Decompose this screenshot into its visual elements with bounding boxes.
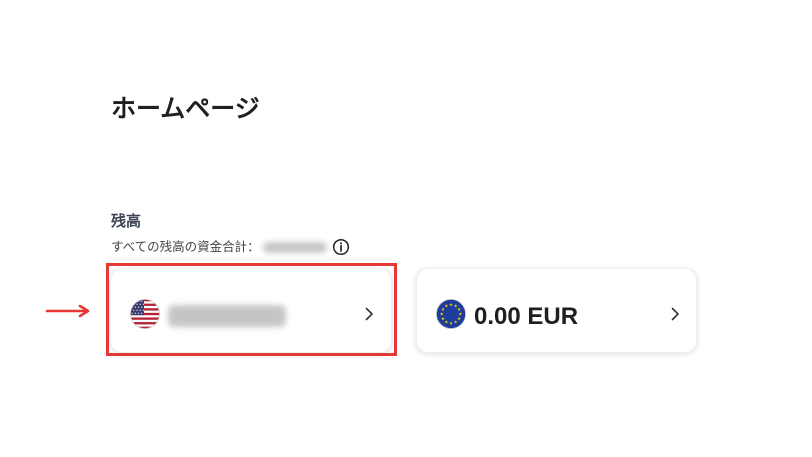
balances-heading: 残高 [111,212,142,230]
us-flag-star [136,309,138,311]
us-flag-star [139,303,141,305]
us-flag-star [134,300,136,302]
balance-card-eur[interactable]: 0.00 EUR [416,268,697,353]
total-balance-label: すべての残高の資金合計： [111,239,260,254]
total-balance-amount-redacted [263,242,327,253]
us-flag-star [138,312,140,314]
us-flag-star [138,306,140,308]
us-flag-star [131,312,133,314]
eu-flag-icon [436,299,466,329]
chevron-right-icon [671,307,679,321]
us-flag-star [134,306,136,308]
eur-balance-amount: 0.00 EUR [474,303,579,330]
us-flag-star [134,312,136,314]
page-title: ホームページ [111,94,260,123]
home-page: ホームページ 残高 すべての残高の資金合計： 0.00 EUR [0,0,812,457]
balance-card-usd[interactable] [110,268,392,353]
us-flag-star [141,300,143,302]
us-flag-star [131,300,133,302]
us-flag-star [136,303,138,305]
us-flag-icon [130,299,160,329]
us-flag-star [139,309,141,311]
us-flag-star [141,306,143,308]
us-flag-star [142,309,144,311]
info-icon[interactable] [332,238,350,256]
us-flag-star [142,303,144,305]
usd-balance-amount-redacted [168,305,286,327]
arrow-right-icon [45,304,90,318]
chevron-right-icon [365,307,373,321]
us-flag-star [133,309,135,311]
us-flag-star [141,312,143,314]
